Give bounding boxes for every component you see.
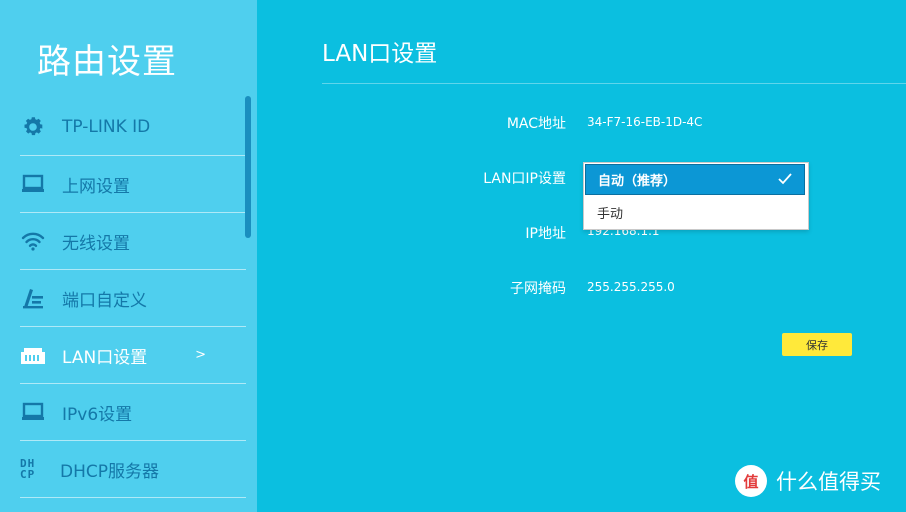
- sidebar-item-tplink-id[interactable]: TP-LINK ID: [20, 99, 246, 156]
- laptop-icon: [20, 399, 46, 425]
- sidebar-item-label: LAN口设置: [62, 347, 148, 368]
- sidebar-item-port-custom[interactable]: 端口自定义: [20, 270, 246, 327]
- title-divider: [322, 83, 906, 84]
- mac-label: MAC地址: [506, 116, 566, 132]
- subnet-mask-label: 子网掩码: [510, 281, 566, 297]
- dhcp-icon: DH CP: [20, 457, 36, 481]
- gear-icon: [20, 114, 46, 140]
- wifi-icon: [20, 228, 46, 254]
- sidebar-item-label: 上网设置: [62, 176, 130, 197]
- lan-port-icon: [20, 342, 46, 368]
- dropdown-option-manual[interactable]: 手动: [584, 197, 806, 227]
- dropdown-option-label: 手动: [597, 206, 624, 222]
- ip-mode-dropdown[interactable]: 自动（推荐） 手动: [583, 162, 809, 230]
- watermark: 值 什么值得买: [735, 465, 881, 497]
- sidebar-item-label: IPv6设置: [62, 404, 133, 425]
- subnet-mask-value: 255.255.255.0: [587, 280, 675, 294]
- sidebar-item-label: DHCP服务器: [60, 461, 159, 482]
- sidebar: 路由设置 TP-LINK ID 上网设置 无线设置 端口自定义 LAN口设置 >…: [0, 0, 257, 512]
- sidebar-item-wireless[interactable]: 无线设置: [20, 213, 246, 270]
- ip-label: IP地址: [525, 226, 566, 242]
- watermark-text: 什么值得买: [776, 470, 881, 494]
- sidebar-scrollbar[interactable]: [245, 96, 251, 238]
- ip-mode-label: LAN口IP设置: [483, 171, 566, 187]
- watermark-logo: 值: [735, 465, 767, 497]
- sidebar-item-label: 无线设置: [62, 233, 130, 254]
- sidebar-item-label: 端口自定义: [62, 290, 147, 311]
- laptop-icon: [20, 171, 46, 197]
- dropdown-option-auto[interactable]: 自动（推荐）: [585, 164, 805, 195]
- sidebar-item-dhcp[interactable]: DH CP DHCP服务器: [20, 441, 246, 498]
- sidebar-item-internet[interactable]: 上网设置: [20, 156, 246, 213]
- port-edit-icon: [20, 285, 46, 311]
- mac-value: 34-F7-16-EB-1D-4C: [587, 115, 703, 129]
- sidebar-item-label: TP-LINK ID: [62, 117, 151, 137]
- sidebar-item-lan[interactable]: LAN口设置 >: [20, 327, 246, 384]
- sidebar-title: 路由设置: [37, 42, 177, 82]
- save-button[interactable]: 保存: [782, 333, 852, 356]
- sidebar-item-ipv6[interactable]: IPv6设置: [20, 384, 246, 441]
- dropdown-option-label: 自动（推荐）: [598, 174, 677, 189]
- chevron-right-icon: >: [195, 347, 206, 363]
- sidebar-menu: TP-LINK ID 上网设置 无线设置 端口自定义 LAN口设置 > IPv6…: [20, 99, 246, 498]
- page-title: LAN口设置: [322, 41, 438, 67]
- check-icon: [778, 171, 792, 189]
